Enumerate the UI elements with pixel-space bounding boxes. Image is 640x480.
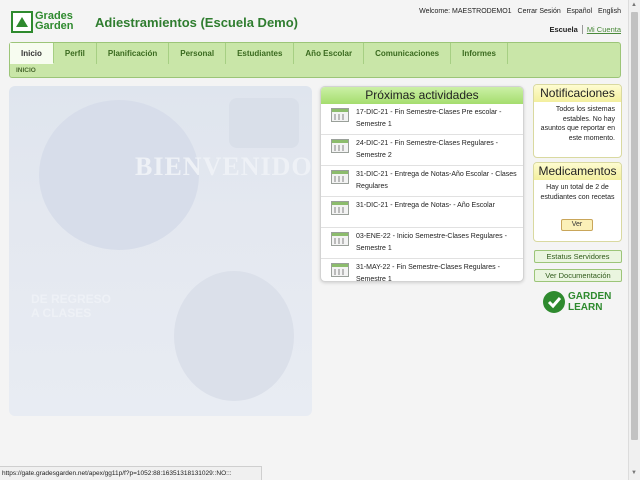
server-status-button[interactable]: Estatus Servidores bbox=[534, 250, 622, 263]
upcoming-activities-panel: Próximas actividades 17-DIC-21 - Fin Sem… bbox=[320, 86, 524, 282]
activity-text: 24-DIC-21 - Fin Semestre-Clases Regulare… bbox=[356, 140, 498, 159]
garden-learn-line1: GARDEN bbox=[568, 291, 612, 302]
calendar-icon bbox=[331, 263, 349, 277]
notifications-panel: Notificaciones Todos los sistemas establ… bbox=[533, 84, 622, 158]
view-documentation-button[interactable]: Ver Documentación bbox=[534, 269, 622, 282]
activity-item[interactable]: 24-DIC-21 - Fin Semestre-Clases Regulare… bbox=[321, 135, 523, 166]
banner-back-to-school-text: DE REGRESO A CLASES bbox=[31, 292, 111, 320]
view-medications-button[interactable]: Ver bbox=[561, 219, 593, 231]
tab-estudiantes[interactable]: Estudiantes bbox=[226, 43, 295, 64]
calendar-icon bbox=[331, 139, 349, 153]
activity-text: 31-DIC-21 - Entrega de Notas- - Año Esco… bbox=[356, 202, 495, 209]
logo-text: Grades Garden bbox=[35, 11, 74, 32]
scope-school[interactable]: Escuela bbox=[549, 25, 577, 34]
browser-status-bar: https://gate.gradesgarden.net/apex/gg11p… bbox=[0, 466, 262, 480]
notifications-title: Notificaciones bbox=[534, 85, 621, 102]
tab-inicio[interactable]: Inicio bbox=[10, 43, 54, 64]
medications-panel: Medicamentos Hay un total de 2 de estudi… bbox=[533, 162, 622, 242]
tab-perfil[interactable]: Perfil bbox=[54, 43, 97, 64]
scope-divider bbox=[581, 25, 583, 34]
medications-title: Medicamentos bbox=[534, 163, 621, 180]
language-english-link[interactable]: English bbox=[598, 8, 621, 15]
activity-item[interactable]: 31-DIC-21 - Entrega de Notas- - Año Esco… bbox=[321, 197, 523, 228]
banner-decoration bbox=[174, 271, 294, 401]
tab-informes[interactable]: Informes bbox=[451, 43, 508, 64]
banner-welcome-text: BIENVENIDOS bbox=[135, 152, 312, 181]
tab-comunicaciones[interactable]: Comunicaciones bbox=[364, 43, 452, 64]
welcome-banner-image: BIENVENIDOS DE REGRESO A CLASES bbox=[9, 86, 312, 416]
calendar-icon bbox=[331, 201, 349, 215]
welcome-text: Welcome: MAESTRODEMO1 bbox=[419, 8, 512, 15]
language-spanish-link[interactable]: Español bbox=[567, 8, 592, 15]
medications-text: Hay un total de 2 de estudiantes con rec… bbox=[540, 184, 615, 201]
activity-item[interactable]: 03-ENE-22 - Inicio Semestre-Clases Regul… bbox=[321, 228, 523, 259]
calendar-icon bbox=[331, 108, 349, 122]
calendar-icon bbox=[331, 232, 349, 246]
activity-item[interactable]: 31-DIC-21 - Entrega de Notas-Año Escolar… bbox=[321, 166, 523, 197]
garden-learn-logo[interactable]: GARDEN LEARN bbox=[542, 289, 620, 319]
tab-planificacion[interactable]: Planificación bbox=[97, 43, 170, 64]
banner-decoration bbox=[229, 98, 299, 148]
logout-link[interactable]: Cerrar Sesión bbox=[518, 8, 561, 15]
vertical-scrollbar[interactable]: ▲ ▼ bbox=[628, 0, 640, 480]
tab-ano-escolar[interactable]: Año Escolar bbox=[294, 43, 365, 64]
upcoming-activities-title: Próximas actividades bbox=[321, 87, 523, 104]
logo-line2: Garden bbox=[35, 20, 74, 32]
banner-back-line2: A CLASES bbox=[31, 306, 92, 320]
garden-learn-text: GARDEN LEARN bbox=[568, 291, 611, 313]
scroll-up-icon[interactable]: ▲ bbox=[631, 2, 637, 8]
top-user-bar: Welcome: MAESTRODEMO1 Cerrar Sesión Espa… bbox=[419, 8, 621, 15]
nav-tabs: Inicio Perfil Planificación Personal Est… bbox=[10, 43, 508, 64]
notifications-text: Todos los sistemas estables. No hay asun… bbox=[540, 106, 615, 142]
calendar-icon bbox=[331, 170, 349, 184]
grades-garden-logo[interactable]: Grades Garden bbox=[11, 10, 81, 34]
tab-personal[interactable]: Personal bbox=[169, 43, 227, 64]
activity-text: 31-MAY-22 - Fin Semestre-Clases Regulare… bbox=[356, 264, 500, 282]
app-title: Adiestramientos (Escuela Demo) bbox=[95, 15, 299, 30]
grades-garden-logo-icon bbox=[11, 11, 33, 33]
activity-item[interactable]: 31-MAY-22 - Fin Semestre-Clases Regulare… bbox=[321, 259, 523, 282]
garden-learn-line2: LEARN bbox=[568, 302, 603, 313]
activity-text: 31-DIC-21 - Entrega de Notas-Año Escolar… bbox=[356, 171, 517, 190]
activity-text: 03-ENE-22 - Inicio Semestre-Clases Regul… bbox=[356, 233, 507, 252]
banner-back-line1: DE REGRESO bbox=[31, 292, 112, 306]
activity-text: 17-DIC-21 - Fin Semestre-Clases Pre esco… bbox=[356, 109, 502, 128]
breadcrumb[interactable]: INICIO bbox=[16, 67, 36, 74]
scope-my-account-link[interactable]: Mi Cuenta bbox=[587, 25, 621, 34]
scope-switcher: Escuela Mi Cuenta bbox=[549, 25, 621, 34]
activity-item[interactable]: 17-DIC-21 - Fin Semestre-Clases Pre esco… bbox=[321, 104, 523, 135]
main-navigation: Inicio Perfil Planificación Personal Est… bbox=[9, 42, 621, 78]
scrollbar-thumb[interactable] bbox=[631, 12, 638, 440]
garden-learn-logo-icon bbox=[543, 291, 565, 313]
scroll-down-icon[interactable]: ▼ bbox=[631, 470, 637, 476]
